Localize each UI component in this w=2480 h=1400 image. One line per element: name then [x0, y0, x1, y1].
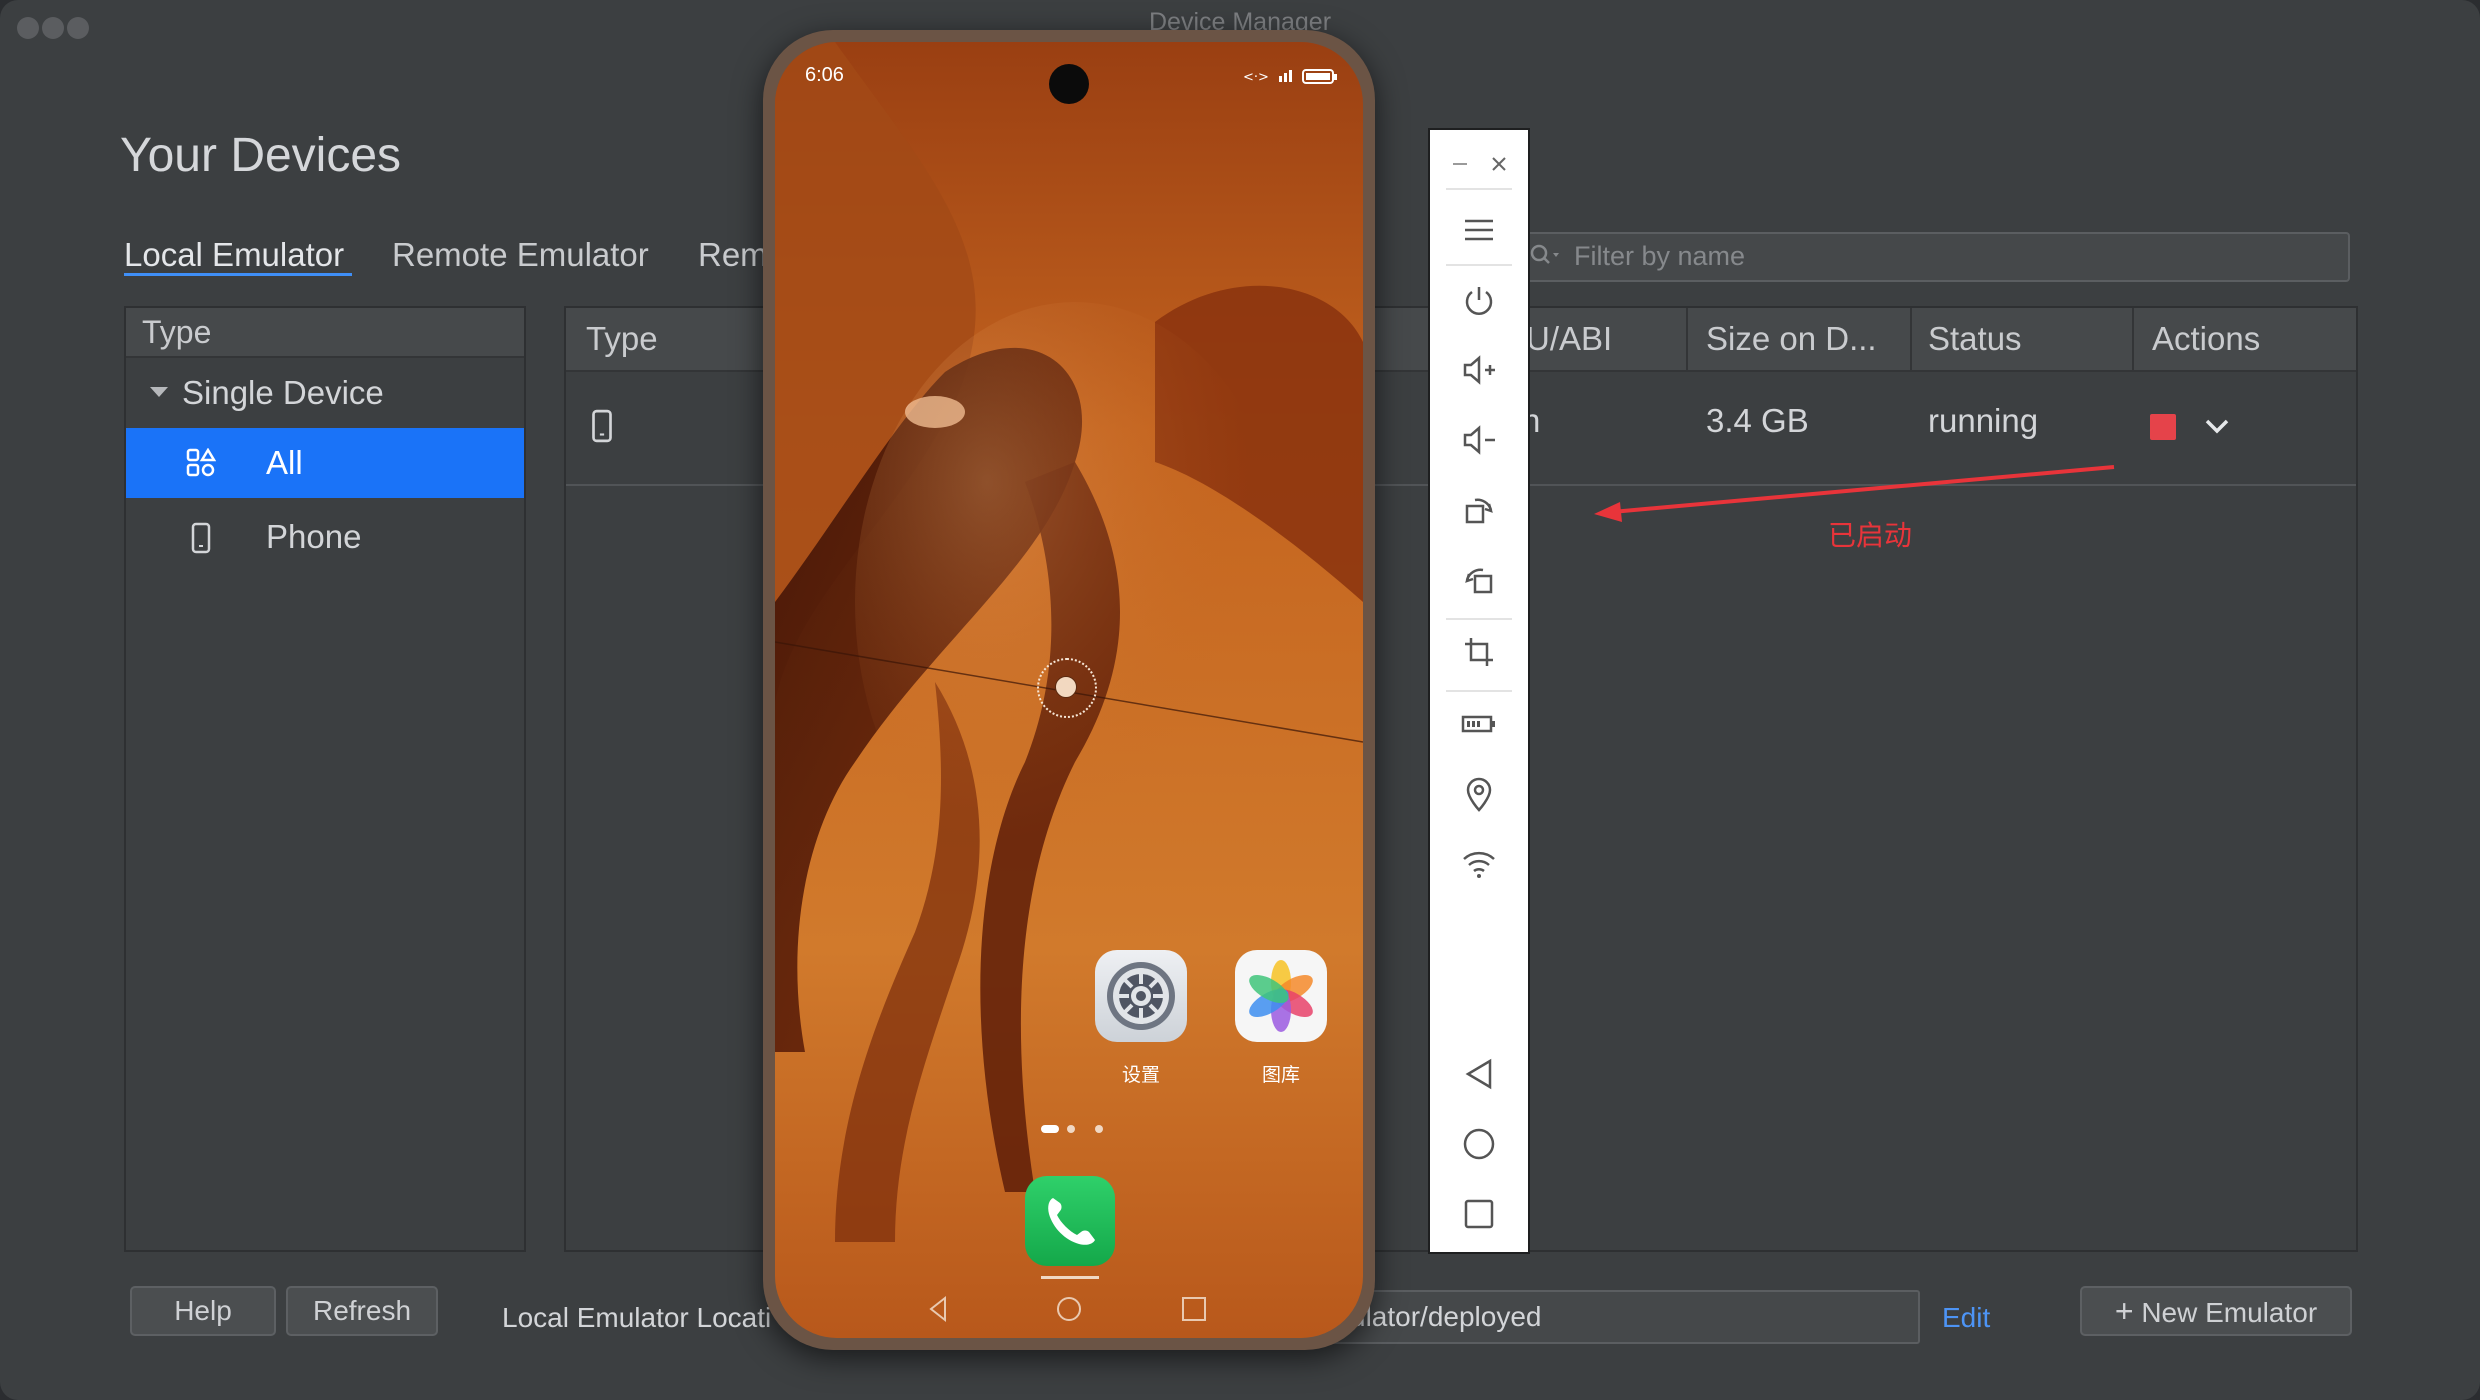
rotate-right-icon[interactable]	[1430, 550, 1528, 610]
all-grid-icon	[186, 448, 216, 477]
menu-icon[interactable]	[1430, 200, 1528, 260]
column-divider	[1910, 308, 1912, 370]
location-pin-icon[interactable]	[1430, 764, 1528, 824]
settings-icon	[1107, 962, 1175, 1030]
rotate-left-icon[interactable]	[1430, 480, 1528, 540]
gallery-app[interactable]	[1235, 950, 1327, 1042]
tab-remote-device[interactable]: Rem	[698, 236, 768, 274]
cell-size: 3.4 GB	[1706, 402, 1809, 439]
refresh-button[interactable]: Refresh	[286, 1286, 438, 1336]
tree-group-label: Single Device	[182, 374, 384, 411]
power-icon[interactable]	[1430, 270, 1528, 330]
close-icon[interactable]	[1492, 157, 1506, 171]
touch-point	[1055, 676, 1077, 698]
battery-icon[interactable]	[1430, 694, 1528, 754]
tree-item-all[interactable]: All	[126, 428, 524, 498]
phone-screen[interactable]: 6:06 <·> 设置 图库	[775, 42, 1363, 1338]
phone-app[interactable]	[1025, 1176, 1115, 1266]
phone-nav-bar	[929, 1295, 1206, 1323]
tree-item-phone[interactable]: Phone	[126, 502, 524, 572]
back-icon[interactable]	[1430, 1044, 1528, 1104]
toolbar-divider	[1446, 690, 1512, 692]
phone-icon	[191, 522, 211, 554]
new-emulator-label: New Emulator	[2141, 1297, 2318, 1328]
edit-link[interactable]: Edit	[1942, 1302, 1990, 1334]
help-button[interactable]: Help	[130, 1286, 276, 1336]
toolbar-divider	[1446, 618, 1512, 620]
column-divider	[2132, 308, 2134, 370]
tab-local-emulator[interactable]: Local Emulator	[124, 236, 344, 274]
stop-button[interactable]	[2150, 414, 2176, 440]
home-icon[interactable]	[1430, 1114, 1528, 1174]
page-indicator	[1095, 1125, 1103, 1133]
location-value: ulator/deployed	[1350, 1301, 1542, 1332]
annotation-label: 已启动	[1828, 520, 1913, 551]
emulator-phone-frame: 6:06 <·> 设置 图库	[763, 30, 1375, 1350]
caret-down-icon	[150, 387, 168, 397]
tab-remote-emulator[interactable]: Remote Emulator	[392, 236, 649, 274]
location-field[interactable]: ulator/deployed	[1320, 1290, 1920, 1344]
svg-text:<·>: <·>	[1243, 70, 1269, 85]
toolbar-window-controls	[1430, 134, 1528, 194]
tree-item-label: Phone	[266, 518, 362, 555]
cell-status: running	[1928, 402, 2039, 439]
phone-call-icon	[1048, 1198, 1095, 1245]
zoom-window-button[interactable]	[67, 17, 89, 39]
camera-punch-hole	[1049, 64, 1089, 104]
location-label: Local Emulator Locati	[502, 1302, 772, 1333]
page-title: Your Devices	[120, 129, 402, 182]
phone-icon	[592, 409, 612, 443]
emulator-toolbar	[1428, 128, 1530, 1254]
page-indicator	[1067, 1125, 1075, 1133]
new-emulator-button[interactable]: + New Emulator	[2080, 1286, 2352, 1336]
tree-item-label: All	[266, 444, 303, 481]
wifi-icon[interactable]	[1430, 834, 1528, 894]
gallery-icon	[1249, 960, 1313, 1032]
close-window-button[interactable]	[17, 17, 39, 39]
gallery-app-label: 图库	[1261, 1065, 1300, 1086]
volume-up-icon[interactable]	[1430, 340, 1528, 400]
toolbar-divider	[1446, 188, 1512, 190]
volume-down-icon[interactable]	[1430, 410, 1528, 470]
dock-underline	[1041, 1276, 1099, 1279]
search-icon	[1530, 244, 1559, 264]
col-size-on-disk[interactable]: Size on D...	[1706, 320, 1877, 358]
plus-icon: +	[2114, 1293, 2134, 1329]
recents-icon[interactable]	[1430, 1184, 1528, 1244]
settings-app[interactable]	[1095, 950, 1187, 1042]
active-tab-indicator	[124, 273, 352, 276]
minimize-window-button[interactable]	[42, 17, 64, 39]
status-time: 6:06	[805, 64, 844, 86]
filter-placeholder: Filter by name	[1574, 241, 1746, 271]
page-indicator-active	[1041, 1125, 1059, 1133]
col-actions[interactable]: Actions	[2152, 320, 2260, 358]
screenshot-crop-icon[interactable]	[1430, 622, 1528, 682]
column-divider	[1686, 308, 1688, 370]
col-status[interactable]: Status	[1928, 320, 2022, 358]
toolbar-divider	[1446, 264, 1512, 266]
chevron-down-icon[interactable]	[2204, 418, 2230, 436]
status-icons: <·>	[1243, 69, 1337, 85]
tree-header: Type	[126, 308, 524, 358]
filter-input[interactable]: Filter by name	[1520, 232, 2350, 282]
settings-app-label: 设置	[1121, 1065, 1160, 1086]
col-abi[interactable]: U/ABI	[1526, 320, 1612, 358]
type-tree-panel: Type Single Device All Phone	[124, 306, 526, 1252]
col-type[interactable]: Type	[586, 320, 658, 358]
tree-group-single-device[interactable]: Single Device	[126, 372, 524, 416]
